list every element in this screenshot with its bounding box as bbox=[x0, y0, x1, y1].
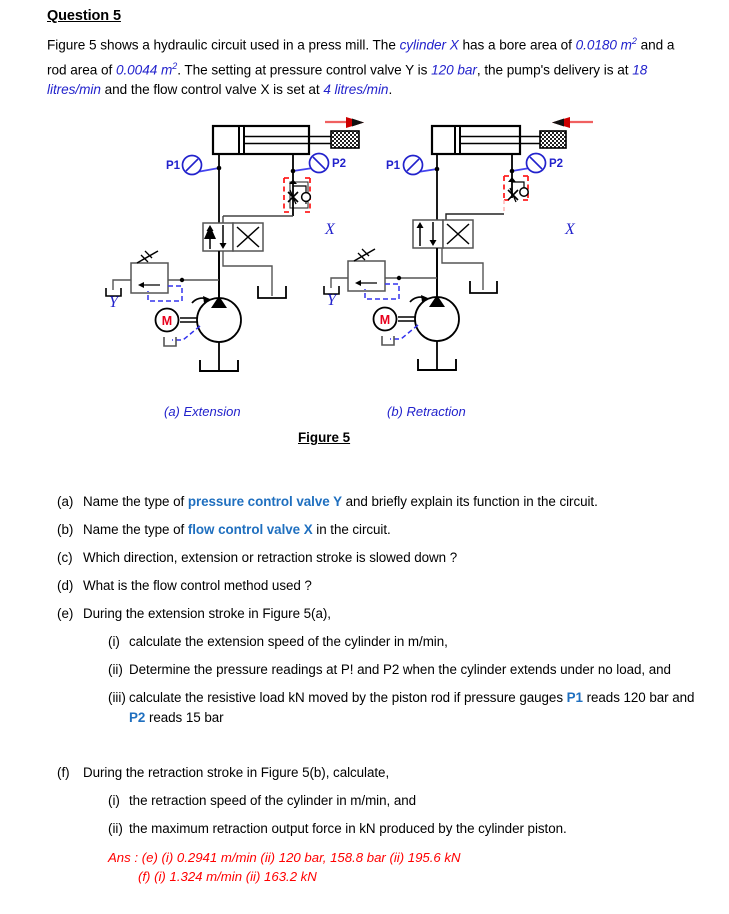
question-e-i-marker: (i) bbox=[108, 634, 120, 649]
question-a-seg2: and briefly explain its function in the … bbox=[341, 494, 598, 509]
question-e-iii-text: calculate the resistive load kN moved by… bbox=[129, 688, 695, 727]
question-e-i-text: calculate the extension speed of the cyl… bbox=[129, 634, 448, 649]
answer-block: Ans : (e) (i) 0.2941 m/min (ii) 120 bar,… bbox=[108, 848, 668, 886]
question-f-ii-text: the maximum retraction output force in k… bbox=[129, 821, 567, 836]
intro-cylinder-x: cylinder X bbox=[399, 37, 459, 53]
question-b-fcv-x: flow control valve X bbox=[187, 522, 313, 537]
motion-arrow-extension bbox=[325, 117, 364, 128]
question-e-iii-marker: (iii) bbox=[108, 690, 126, 705]
cylinder-extension bbox=[211, 124, 360, 156]
intro-fcv-setting: 4 litres/min bbox=[323, 82, 389, 98]
question-a-marker: (a) bbox=[57, 494, 74, 509]
question-a-pcv-y: pressure control valve Y bbox=[187, 494, 342, 509]
page-title: Question 5 bbox=[47, 8, 121, 24]
intro-seg-2: has a bore area of bbox=[458, 37, 576, 53]
intro-bore-area: 0.0180 m bbox=[575, 37, 632, 53]
question-f-ii-marker: (ii) bbox=[108, 821, 123, 836]
gauge-p1-retraction: P1 bbox=[386, 154, 440, 176]
question-e-label: (e) bbox=[57, 604, 73, 624]
motor-label-b: M bbox=[380, 313, 390, 327]
question-e-iii-seg1: calculate the resistive load kN moved by… bbox=[129, 690, 567, 705]
question-c-marker: (c) bbox=[57, 550, 73, 565]
question-b-text: Name the type of flow control valve X in… bbox=[83, 520, 695, 540]
question-f-i-text: the retraction speed of the cylinder in … bbox=[129, 793, 417, 808]
answer-line-2: (f) (i) 1.324 m/min (ii) 163.2 kN bbox=[138, 869, 317, 884]
hydraulic-circuit-diagram: P1 P2 X Y M P1 P2 X Y M bbox=[105, 117, 593, 372]
cylinder-retraction bbox=[430, 124, 567, 156]
circuit-extension: P1 P2 X Y M bbox=[105, 117, 364, 372]
flow-control-valve-x-extension bbox=[223, 177, 312, 217]
intro-pressure-setting: 120 bar bbox=[431, 62, 477, 78]
question-f-i-marker: (i) bbox=[108, 793, 120, 808]
intro-seg-6: and the flow control valve X is set at bbox=[100, 82, 324, 98]
question-b-label: (b) bbox=[57, 520, 73, 540]
valve-x-label-a: X bbox=[324, 221, 336, 238]
document-page: Question 5 Figure 5 shows a hydraulic ci… bbox=[0, 0, 729, 914]
question-f-i-label: (i) bbox=[108, 791, 120, 811]
question-e-ii-label: (ii) bbox=[108, 660, 123, 680]
question-a-label: (a) bbox=[57, 492, 73, 512]
answer-line-1: Ans : (e) (i) 0.2941 m/min (ii) 120 bar,… bbox=[108, 850, 461, 865]
figure-caption: Figure 5 bbox=[298, 430, 351, 445]
question-e-iii-seg2: reads 120 bar and bbox=[582, 690, 695, 705]
gauge-p2-label-b: P2 bbox=[549, 158, 563, 170]
pressure-relief-valve-y-retraction: Y bbox=[323, 248, 437, 309]
question-e-iii-label: (iii) bbox=[108, 688, 126, 708]
gauge-p1-label-b: P1 bbox=[386, 160, 401, 172]
gauge-p2-label-a: P2 bbox=[332, 158, 346, 170]
flow-control-valve-x-retraction bbox=[445, 175, 529, 220]
figure-5: P1 P2 X Y M P1 P2 X Y M (a) Extension (b… bbox=[0, 108, 729, 458]
question-d-label: (d) bbox=[57, 576, 73, 596]
intro-seg-7: . bbox=[388, 82, 393, 98]
pump-motor-retraction: M bbox=[372, 295, 460, 371]
question-f-ii-label: (ii) bbox=[108, 819, 123, 839]
intro-seg-1: Figure 5 shows a hydraulic circuit used … bbox=[47, 37, 400, 53]
motor-label-a: M bbox=[162, 314, 172, 328]
figure-caption-b: (b) Retraction bbox=[387, 404, 466, 419]
question-e-marker: (e) bbox=[57, 606, 74, 621]
motion-arrow-retraction bbox=[552, 117, 593, 128]
question-e-iii-seg3: reads 15 bar bbox=[145, 709, 224, 725]
intro-rod-area: 0.0044 m bbox=[115, 62, 173, 78]
gauge-p2-retraction: P2 bbox=[509, 152, 563, 174]
question-d-text: What is the flow control method used ? bbox=[83, 578, 312, 593]
question-b-seg2: in the circuit. bbox=[312, 522, 391, 537]
intro-paragraph: Figure 5 shows a hydraulic circuit used … bbox=[47, 31, 695, 101]
question-a-seg1: Name the type of bbox=[83, 494, 188, 509]
gauge-p1-label-a: P1 bbox=[166, 160, 181, 172]
intro-seg-5: , the pump's delivery is at bbox=[476, 62, 633, 78]
question-e-text: During the extension stroke in Figure 5(… bbox=[83, 606, 331, 621]
question-f-text: During the retraction stroke in Figure 5… bbox=[83, 765, 390, 780]
intro-seg-4: . The setting at pressure control valve … bbox=[177, 62, 432, 78]
question-f-label: (f) bbox=[57, 763, 70, 783]
gauge-p2-extension: P2 bbox=[290, 152, 346, 174]
pump-motor-extension: M bbox=[154, 296, 242, 372]
question-e-i-label: (i) bbox=[108, 632, 120, 652]
directional-control-valve-retraction bbox=[412, 219, 474, 249]
circuit-retraction: P1 P2 X Y M bbox=[323, 117, 593, 371]
valve-x-label-b: X bbox=[564, 221, 576, 238]
question-c-text: Which direction, extension or retraction… bbox=[83, 550, 458, 565]
question-e-iii-p2: P2 bbox=[129, 709, 146, 725]
directional-control-valve-extension bbox=[202, 222, 264, 252]
question-b-seg1: Name the type of bbox=[83, 522, 188, 537]
question-b-marker: (b) bbox=[57, 522, 74, 537]
question-c-label: (c) bbox=[57, 548, 73, 568]
question-f-marker: (f) bbox=[57, 765, 70, 780]
question-e-ii-text: Determine the pressure readings at P! an… bbox=[129, 662, 671, 677]
figure-caption-a: (a) Extension bbox=[164, 404, 241, 419]
gauge-p1-extension: P1 bbox=[166, 154, 222, 176]
question-a-text: Name the type of pressure control valve … bbox=[83, 492, 695, 512]
question-d-marker: (d) bbox=[57, 578, 74, 593]
pressure-relief-valve-y-extension: Y bbox=[105, 250, 219, 311]
question-e-iii-p1: P1 bbox=[566, 690, 583, 705]
question-e-ii-marker: (ii) bbox=[108, 662, 123, 677]
